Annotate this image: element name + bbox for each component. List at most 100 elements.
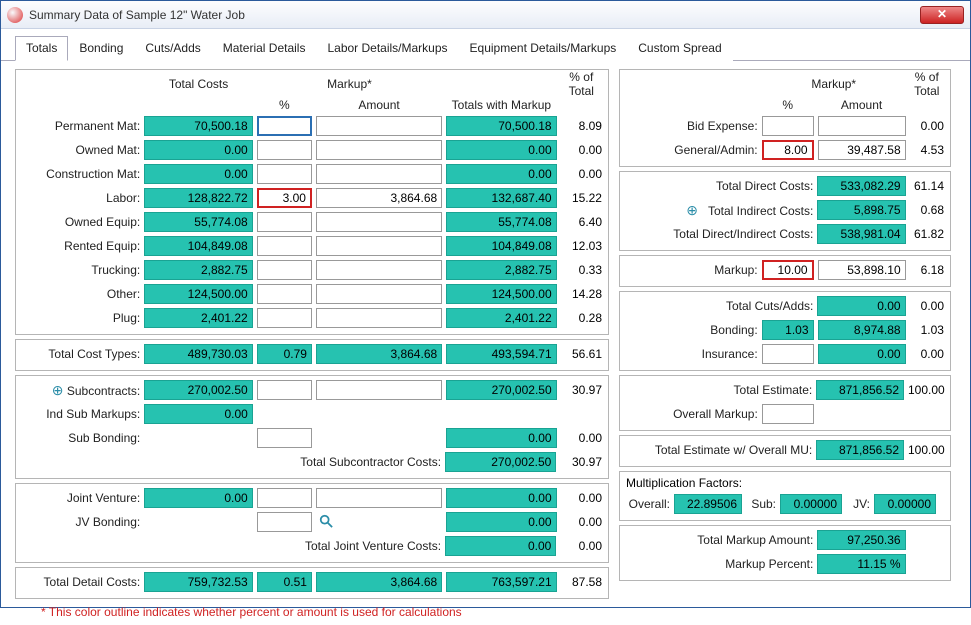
val-twm: 104,849.08	[446, 236, 556, 256]
val-jv-bonding-twm: 0.00	[446, 512, 556, 532]
val-pot: 0.28	[561, 311, 604, 325]
val-subcontracts-pot: 30.97	[561, 383, 604, 397]
val-direct-pot: 61.14	[910, 179, 946, 193]
lbl-cost-type: Plug:	[20, 311, 140, 325]
inp-markup-amt[interactable]: 53,898.10	[818, 260, 906, 280]
tab-labor-details[interactable]: Labor Details/Markups	[316, 36, 458, 61]
val-total-estimate-amt: 871,856.52	[816, 380, 904, 400]
val-direct-indirect-amt: 538,981.04	[817, 224, 905, 244]
val-pot: 0.00	[561, 143, 604, 157]
val-pot: 12.03	[561, 239, 604, 253]
lens-icon[interactable]: ⊕	[52, 382, 64, 398]
tab-material-details[interactable]: Material Details	[212, 36, 317, 61]
inp-gen-admin-amt[interactable]: 39,487.58	[818, 140, 906, 160]
search-icon[interactable]	[316, 514, 336, 531]
inp-bid-expense-pct[interactable]	[762, 116, 814, 136]
inp-subcontracts-pct[interactable]	[257, 380, 312, 400]
val-twm: 0.00	[446, 140, 556, 160]
tab-cuts-adds[interactable]: Cuts/Adds	[134, 36, 211, 61]
tab-bonding[interactable]: Bonding	[68, 36, 134, 61]
inp-amt[interactable]	[316, 260, 442, 280]
inp-amt[interactable]	[316, 116, 442, 136]
inp-amt[interactable]	[316, 140, 442, 160]
val-ind-sub-cost: 0.00	[144, 404, 253, 424]
val-twm: 132,687.40	[446, 188, 556, 208]
val-total-detail-pct: 0.51	[257, 572, 312, 592]
inp-amt[interactable]	[316, 284, 442, 304]
tab-totals[interactable]: Totals	[15, 36, 68, 61]
inp-insurance-pct[interactable]	[762, 344, 814, 364]
val-total-detail-amt: 3,864.68	[316, 572, 442, 592]
inp-pct[interactable]	[257, 212, 312, 232]
inp-jv-bonding-pct[interactable]	[257, 512, 312, 532]
val-gen-admin-pot: 4.53	[910, 143, 946, 157]
inp-pct[interactable]	[257, 308, 312, 328]
val-total-detail-pot: 87.58	[561, 575, 604, 589]
lbl-mult-jv: JV:	[846, 497, 870, 511]
inp-pct[interactable]: 3.00	[257, 188, 312, 208]
inp-jv-pct[interactable]	[257, 488, 312, 508]
inp-amt[interactable]	[316, 164, 442, 184]
val-pot: 6.40	[561, 215, 604, 229]
lbl-bonding: Bonding:	[624, 323, 758, 337]
val-twm: 2,882.75	[446, 260, 556, 280]
hdr-pot: % of Total	[561, 70, 604, 98]
inp-pct[interactable]	[257, 260, 312, 280]
val-jv-pot: 0.00	[561, 491, 604, 505]
inp-gen-admin-pct[interactable]: 8.00	[762, 140, 814, 160]
lens-icon[interactable]: ⊕	[686, 202, 698, 218]
lbl-cost-type: Owned Equip:	[20, 215, 140, 229]
lbl-cost-type: Labor:	[20, 191, 140, 205]
val-total-detail-twm: 763,597.21	[446, 572, 556, 592]
val-insurance-amt: 0.00	[818, 344, 906, 364]
hdr-total-costs: Total Costs	[144, 77, 252, 91]
inp-amt[interactable]	[316, 236, 442, 256]
r-hdr-pot: % of Total	[910, 70, 946, 98]
inp-amt[interactable]	[316, 308, 442, 328]
tab-custom-spread[interactable]: Custom Spread	[627, 36, 732, 61]
inp-subcontracts-amt[interactable]	[316, 380, 442, 400]
val-total-cost-types-amt: 3,864.68	[316, 344, 442, 364]
val-cuts-adds-amt: 0.00	[817, 296, 905, 316]
lbl-total-sub-costs: Total Subcontractor Costs:	[20, 455, 441, 469]
inp-pct[interactable]	[257, 284, 312, 304]
inp-pct[interactable]	[257, 236, 312, 256]
inp-pct[interactable]	[257, 140, 312, 160]
tab-equipment-details[interactable]: Equipment Details/Markups	[459, 36, 628, 61]
inp-amt[interactable]: 3,864.68	[316, 188, 442, 208]
lbl-overall-markup: Overall Markup:	[624, 407, 758, 421]
val-cost: 2,882.75	[144, 260, 252, 280]
val-cost: 0.00	[144, 164, 252, 184]
inp-amt[interactable]	[316, 212, 442, 232]
lbl-sub-bonding: Sub Bonding:	[20, 431, 140, 445]
app-icon	[7, 7, 23, 23]
titlebar: Summary Data of Sample 12" Water Job ✕	[1, 1, 970, 29]
lbl-total-jv-costs: Total Joint Venture Costs:	[20, 539, 441, 553]
lbl-mult-overall: Overall:	[624, 497, 670, 511]
close-button[interactable]: ✕	[920, 6, 964, 24]
inp-pct[interactable]	[257, 164, 312, 184]
lbl-cost-type: Construction Mat:	[20, 167, 140, 181]
inp-bid-expense-amt[interactable]	[818, 116, 906, 136]
lbl-subcontracts: Subcontracts:	[67, 384, 140, 398]
footnote: * This color outline indicates whether p…	[15, 603, 609, 621]
lbl-direct: Total Direct Costs:	[624, 179, 813, 193]
inp-jv-amt[interactable]	[316, 488, 442, 508]
lbl-markup: Markup:	[624, 263, 758, 277]
lbl-cost-type: Other:	[20, 287, 140, 301]
val-bonding-pot: 1.03	[910, 323, 946, 337]
lbl-gen-admin: General/Admin:	[624, 143, 758, 157]
val-cost: 55,774.08	[144, 212, 252, 232]
inp-sub-bonding-pct[interactable]	[257, 428, 312, 448]
inp-pct[interactable]	[257, 116, 312, 136]
val-pot: 0.33	[561, 263, 604, 277]
lbl-total-estimate-mu: Total Estimate w/ Overall MU:	[624, 443, 812, 457]
lbl-markup-amount: Total Markup Amount:	[624, 533, 813, 547]
val-bid-expense-pot: 0.00	[910, 119, 946, 133]
val-markup-pot: 6.18	[910, 263, 946, 277]
inp-markup-pct[interactable]: 10.00	[762, 260, 814, 280]
val-sub-bonding-pot: 0.00	[561, 431, 604, 445]
r-hdr-markup: Markup*	[762, 77, 906, 91]
val-total-estimate-mu-amt: 871,856.52	[816, 440, 904, 460]
inp-overall-markup-pct[interactable]	[762, 404, 814, 424]
